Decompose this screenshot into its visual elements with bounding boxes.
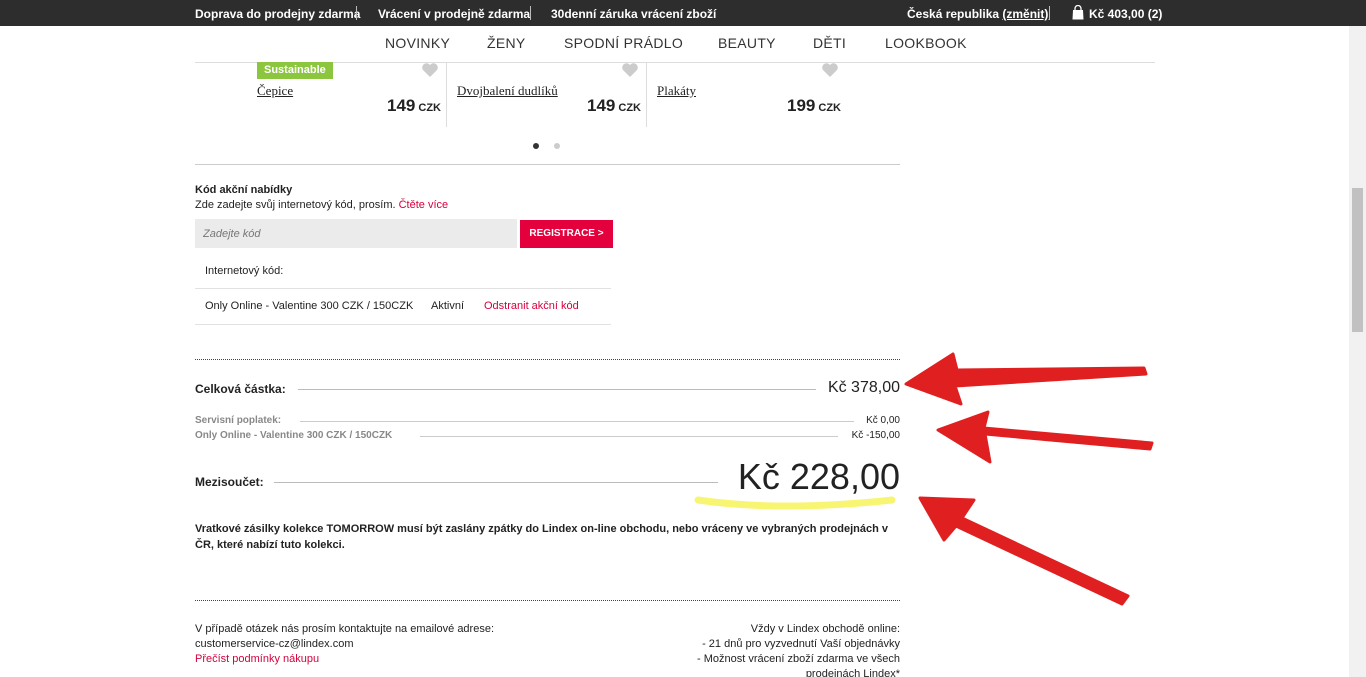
nav-item-deti[interactable]: DĚTI xyxy=(813,35,846,51)
leader-line xyxy=(300,421,854,422)
nav-item-beauty[interactable]: BEAUTY xyxy=(718,35,776,51)
country-name: Česká republika xyxy=(907,7,1000,21)
divider xyxy=(195,288,611,289)
subtotal-value: Kč 228,00 xyxy=(737,456,900,497)
product-price: 149 CZK xyxy=(387,96,441,115)
heart-icon[interactable] xyxy=(621,62,639,78)
cart-total[interactable]: Kč 403,00 (2) xyxy=(1089,7,1162,21)
free-shipping-info[interactable]: Doprava do prodejny zdarma xyxy=(195,7,360,21)
change-country-link[interactable]: (změnit) xyxy=(1002,7,1048,21)
dotted-divider xyxy=(195,600,900,601)
product-name[interactable]: Plakáty xyxy=(657,83,696,99)
subtotal-label: Mezisoučet: xyxy=(195,475,264,489)
product-price: 199 CZK xyxy=(787,96,841,115)
annotation-arrow xyxy=(918,496,1130,606)
country-selector: Česká republika (změnit) xyxy=(907,7,1048,21)
sustainable-badge: Sustainable xyxy=(257,62,333,79)
register-code-button[interactable]: REGISTRACE > xyxy=(520,220,613,248)
product-name[interactable]: Čepice xyxy=(257,83,293,99)
remove-code-link[interactable]: Odstranit akční kód xyxy=(484,300,579,312)
heart-icon[interactable] xyxy=(821,62,839,78)
nav-item-lookbook[interactable]: LOOKBOOK xyxy=(885,35,967,51)
nav-item-zeny[interactable]: ŽENY xyxy=(487,35,526,51)
dotted-divider xyxy=(195,359,900,360)
active-code-status: Aktivní xyxy=(431,300,465,312)
divider xyxy=(1049,6,1050,20)
contact-info: V případě otázek nás prosím kontaktujte … xyxy=(195,622,494,667)
main-navigation: NOVINKY ŽENY SPODNÍ PRÁDLO BEAUTY DĚTI L… xyxy=(0,26,1349,62)
discount-value: Kč -150,00 xyxy=(851,430,900,441)
product-card[interactable]: Dvojbalení dudlíků 149 CZK xyxy=(457,62,641,128)
promo-subtitle: Zde zadejte svůj internetový kód, prosím… xyxy=(195,199,449,211)
internet-code-label: Internetový kód: xyxy=(205,265,284,277)
divider xyxy=(646,62,647,127)
contact-email[interactable]: customerservice-cz@lindex.com xyxy=(195,637,494,652)
annotation-arrow xyxy=(936,410,1154,464)
product-card[interactable]: Plakáty 199 CZK xyxy=(657,62,841,128)
benefit-item: - Možnost vrácení zboží zdarma ve všech xyxy=(697,653,900,665)
benefit-item: prodejnách Lindex* xyxy=(805,668,900,677)
tomorrow-returns-note: Vratkové zásilky kolekce TOMORROW musí b… xyxy=(195,523,888,551)
terms-link[interactable]: Přečíst podmínky nákupu xyxy=(195,652,494,667)
highlight-underline xyxy=(694,496,896,510)
divider xyxy=(530,6,531,20)
promo-code-input[interactable] xyxy=(195,219,517,248)
benefit-item: - 21 dnů pro vyzvednutí Vaší objednávky xyxy=(702,638,900,650)
free-returns-info[interactable]: Vrácení v prodejně zdarma xyxy=(378,7,530,21)
contact-text: V případě otázek nás prosím kontaktujte … xyxy=(195,623,495,635)
leader-line xyxy=(420,436,838,437)
product-name[interactable]: Dvojbalení dudlíků xyxy=(457,83,558,99)
fee-value: Kč 0,00 xyxy=(866,415,900,426)
read-more-link[interactable]: Čtěte více xyxy=(399,199,449,211)
section-divider xyxy=(195,164,900,165)
product-price: 149 CZK xyxy=(587,96,641,115)
carousel-dot[interactable] xyxy=(554,143,560,149)
scrollbar-thumb[interactable] xyxy=(1352,188,1363,332)
divider xyxy=(356,6,357,20)
leader-line xyxy=(298,389,816,390)
benefits-title: Vždy v Lindex obchodě online: xyxy=(750,623,900,635)
shopping-bag-icon[interactable] xyxy=(1072,5,1084,20)
heart-icon[interactable] xyxy=(421,62,439,78)
benefits-info: Vždy v Lindex obchodě online: - 21 dnů p… xyxy=(697,622,900,677)
divider xyxy=(446,62,447,127)
fee-label: Servisní poplatek: xyxy=(195,415,282,426)
annotation-arrow xyxy=(904,352,1148,406)
carousel-dot-active[interactable] xyxy=(533,143,539,149)
guarantee-info[interactable]: 30denní záruka vrácení zboží xyxy=(551,7,716,21)
scrollbar[interactable] xyxy=(1349,26,1366,677)
active-code-name: Only Online - Valentine 300 CZK / 150CZK xyxy=(205,300,414,312)
leader-line xyxy=(274,482,718,483)
nav-item-spodni-pradlo[interactable]: SPODNÍ PRÁDLO xyxy=(564,35,683,51)
top-bar: Doprava do prodejny zdarma Vrácení v pro… xyxy=(0,0,1366,26)
promo-title: Kód akční nabídky xyxy=(195,184,293,196)
total-value: Kč 378,00 xyxy=(827,379,900,396)
total-label: Celková částka: xyxy=(195,382,286,396)
discount-label: Only Online - Valentine 300 CZK / 150CZK xyxy=(195,430,393,441)
nav-item-novinky[interactable]: NOVINKY xyxy=(385,35,450,51)
product-card[interactable]: Sustainable Čepice 149 CZK xyxy=(257,62,441,128)
divider xyxy=(195,324,611,325)
